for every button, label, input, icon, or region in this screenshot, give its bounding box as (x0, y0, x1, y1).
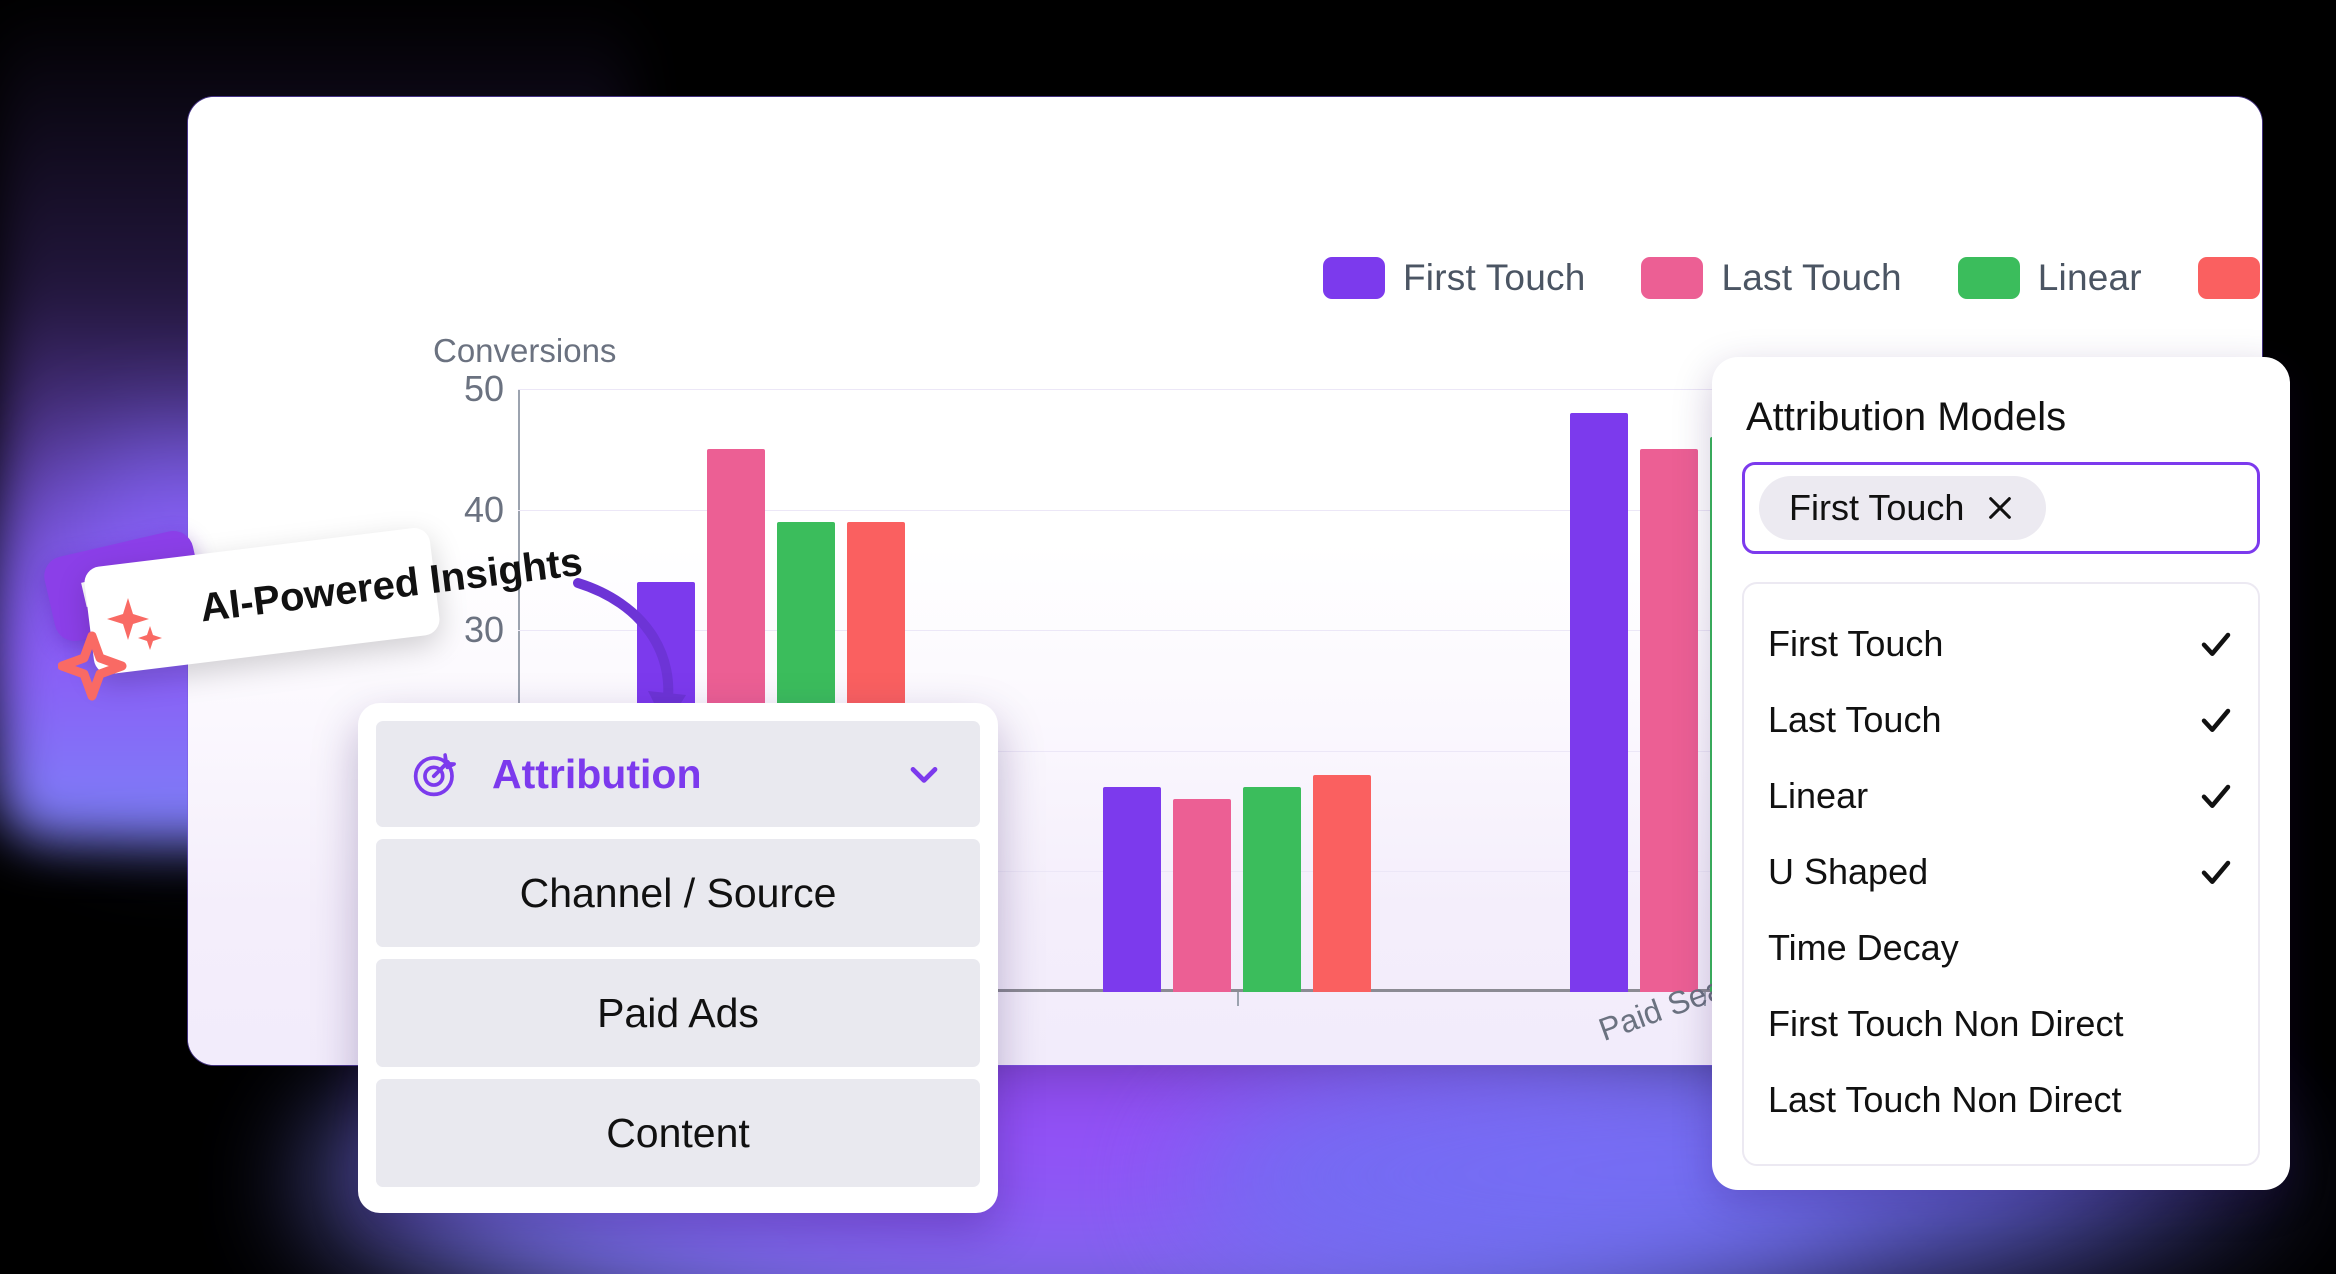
attribution-dropdown-card: Attribution Channel / Source Paid Ads Cont… (358, 703, 998, 1213)
chart-legend: First Touch Last Touch Linear U-Shaped (1323, 257, 2262, 299)
check-icon (2201, 708, 2231, 732)
attribution-option-label: Last Touch (1768, 699, 1942, 740)
attribution-option-label: U Shaped (1768, 851, 1929, 892)
bar[interactable] (1243, 786, 1302, 992)
y-axis-tick-label: 30 (463, 609, 504, 651)
attribution-models-panel: Attribution Models First Touch First Tou… (1712, 357, 2290, 1190)
check-icon (2201, 860, 2231, 884)
attribution-option-label: Last Touch Non Direct (1768, 1079, 2122, 1120)
legend-swatch (1323, 257, 1385, 299)
dropdown-header-label: Attribution (492, 750, 702, 797)
bar[interactable] (1103, 786, 1162, 992)
attribution-option-row[interactable]: U Shaped (1768, 834, 2234, 910)
legend-swatch (1641, 257, 1704, 299)
attribution-models-input[interactable]: First Touch (1742, 462, 2260, 554)
bar[interactable] (1313, 774, 1372, 992)
legend-item[interactable]: U-Shaped (2197, 257, 2262, 299)
bar[interactable] (1639, 449, 1698, 992)
dropdown-item[interactable]: Channel / Source (376, 839, 980, 947)
bar[interactable] (1569, 413, 1628, 992)
legend-swatch (1957, 257, 2020, 299)
selected-model-chip[interactable]: First Touch (1759, 476, 2047, 540)
y-axis-title: Conversions (433, 332, 617, 369)
attribution-option-label: Linear (1768, 775, 1869, 816)
legend-item[interactable]: First Touch (1323, 257, 1585, 299)
attribution-panel-title: Attribution Models (1746, 395, 2067, 439)
selected-model-label: First Touch (1789, 487, 1965, 528)
legend-label: Linear (2037, 257, 2142, 298)
legend-label: Last Touch (1721, 257, 1902, 298)
attribution-options-list: First Touch Last Touch Linear U Shaped Time … (1742, 582, 2260, 1166)
dropdown-item[interactable]: Content (376, 1079, 980, 1187)
y-axis-tick-label: 40 (463, 488, 504, 530)
dropdown-header[interactable]: Attribution (376, 721, 980, 827)
legend-swatch (2197, 257, 2260, 299)
x-axis-tick (1237, 992, 1240, 1006)
legend-label: First Touch (1403, 257, 1586, 298)
attribution-option-row[interactable]: First Touch Non Direct (1768, 986, 2234, 1062)
attribution-option-row[interactable]: Last Touch (1768, 682, 2234, 758)
target-icon (413, 753, 456, 797)
attribution-option-label: Time Decay (1768, 927, 1959, 968)
legend-item[interactable]: Last Touch (1641, 257, 1902, 299)
y-axis-tick-label: 50 (463, 368, 504, 409)
bar[interactable] (1173, 799, 1232, 992)
attribution-option-row[interactable]: Last Touch Non Direct (1768, 1062, 2234, 1138)
check-icon (2201, 632, 2231, 656)
close-icon[interactable] (1984, 492, 2016, 524)
attribution-option-row[interactable]: Linear (1768, 758, 2234, 834)
screenshot-root: First Touch Last Touch Linear U-Shaped Conv… (0, 0, 2336, 1274)
attribution-option-label: First Touch (1768, 623, 1944, 664)
attribution-option-row[interactable]: Time Decay (1768, 910, 2234, 986)
attribution-option-row[interactable]: First Touch (1768, 606, 2234, 682)
chevron-down-icon[interactable] (902, 752, 946, 796)
legend-item[interactable]: Linear (1957, 257, 2142, 299)
dropdown-item[interactable]: Paid Ads (376, 959, 980, 1067)
check-icon (2201, 784, 2231, 808)
attribution-option-label: First Touch Non Direct (1768, 1003, 2124, 1044)
